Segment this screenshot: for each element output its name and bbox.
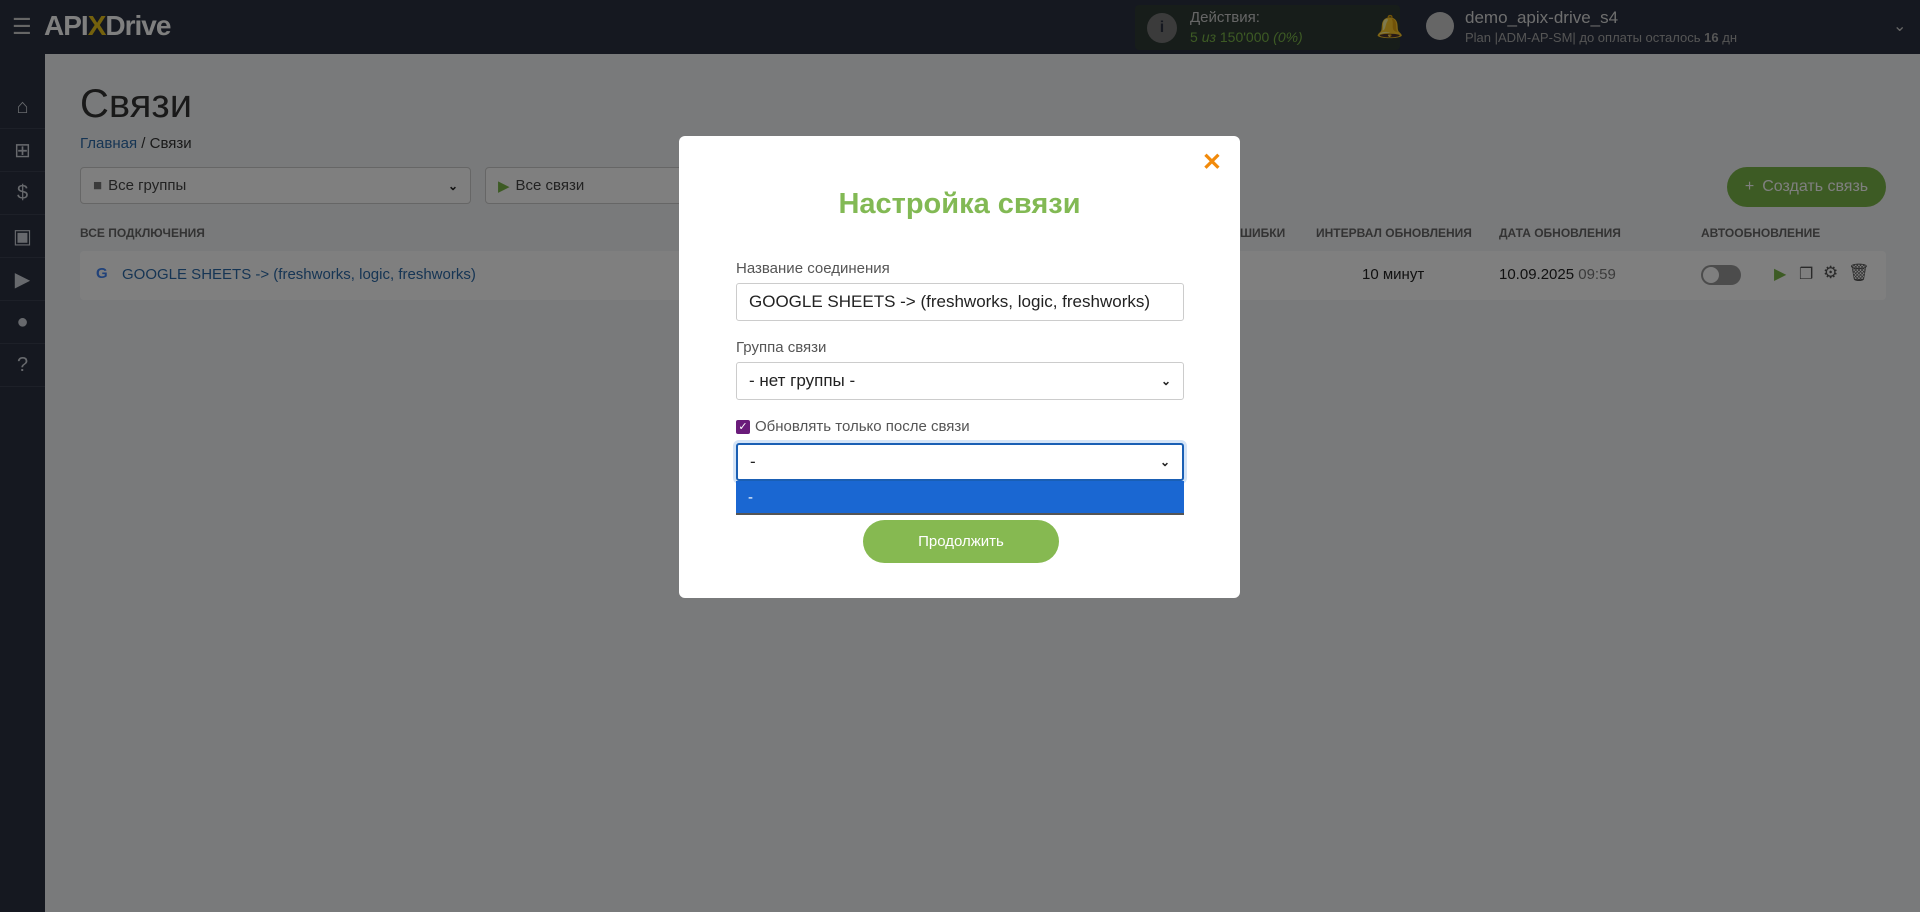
after-connection-select[interactable]: - ⌄: [736, 443, 1184, 481]
continue-button[interactable]: Продолжить: [863, 520, 1059, 563]
connection-name-input[interactable]: GOOGLE SHEETS -> (freshworks, logic, fre…: [736, 283, 1184, 321]
modal-title: Настройка связи: [838, 188, 1081, 220]
dropdown-option[interactable]: -: [736, 481, 1184, 515]
update-after-checkbox[interactable]: ✓: [736, 419, 750, 434]
name-label: Название соединения: [736, 260, 890, 277]
chevron-down-icon: ⌄: [1160, 374, 1171, 388]
connection-settings-modal: ✕ Настройка связи Название соединения GO…: [679, 136, 1240, 598]
chevron-down-icon: ⌄: [1159, 455, 1170, 469]
group-select[interactable]: - нет группы - ⌄: [736, 362, 1184, 400]
close-icon[interactable]: ✕: [1202, 148, 1222, 177]
group-label: Группа связи: [736, 339, 827, 356]
update-after-checkbox-row: ✓ Обновлять только после связи: [736, 418, 970, 435]
checkbox-label: Обновлять только после связи: [755, 418, 970, 435]
